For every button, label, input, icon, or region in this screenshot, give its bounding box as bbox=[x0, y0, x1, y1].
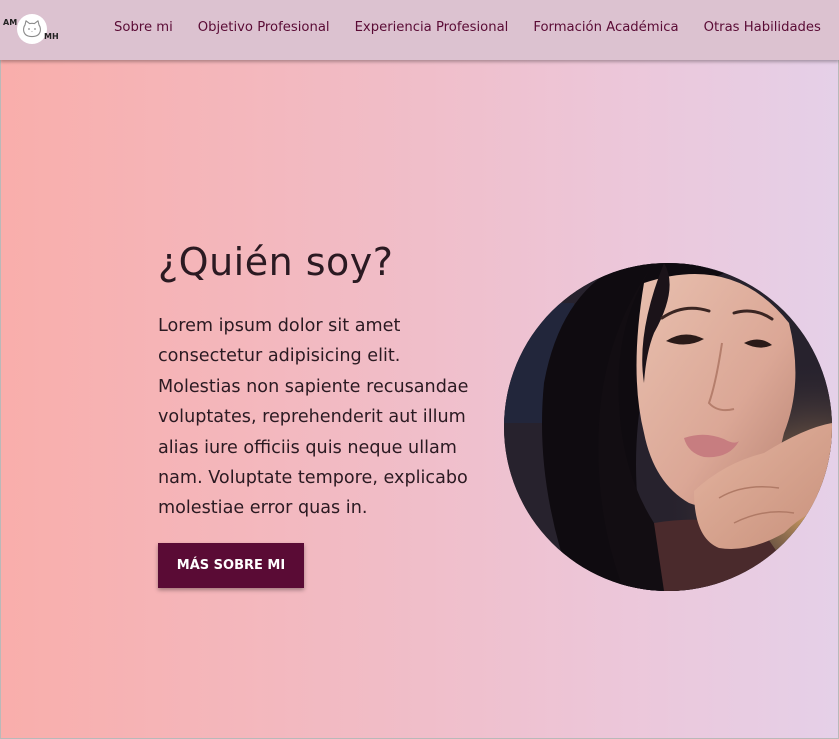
more-about-me-button[interactable]: MÁS SOBRE MI bbox=[158, 543, 304, 588]
logo[interactable]: AM MH bbox=[3, 14, 61, 46]
cat-icon bbox=[17, 14, 47, 44]
nav-link-otras-habilidades[interactable]: Otras Habilidades bbox=[704, 20, 821, 35]
nav-link-experiencia-profesional[interactable]: Experiencia Profesional bbox=[355, 20, 509, 35]
profile-photo bbox=[504, 263, 832, 591]
hero-title: ¿Quién soy? bbox=[158, 240, 394, 284]
hero-paragraph: Lorem ipsum dolor sit amet consectetur a… bbox=[158, 316, 469, 519]
logo-initials-left: AM bbox=[3, 18, 18, 27]
nav-links: Sobre mi Objetivo Profesional Experienci… bbox=[114, 20, 839, 35]
top-navbar: AM MH Sobre mi Objetivo Profesional Expe… bbox=[0, 0, 839, 60]
logo-initials-right: MH bbox=[44, 32, 59, 41]
nav-link-formacion-academica[interactable]: Formación Académica bbox=[533, 20, 678, 35]
nav-link-objetivo-profesional[interactable]: Objetivo Profesional bbox=[198, 20, 330, 35]
profile-photo-illustration bbox=[504, 263, 832, 591]
nav-link-sobre-mi[interactable]: Sobre mi bbox=[114, 20, 173, 35]
